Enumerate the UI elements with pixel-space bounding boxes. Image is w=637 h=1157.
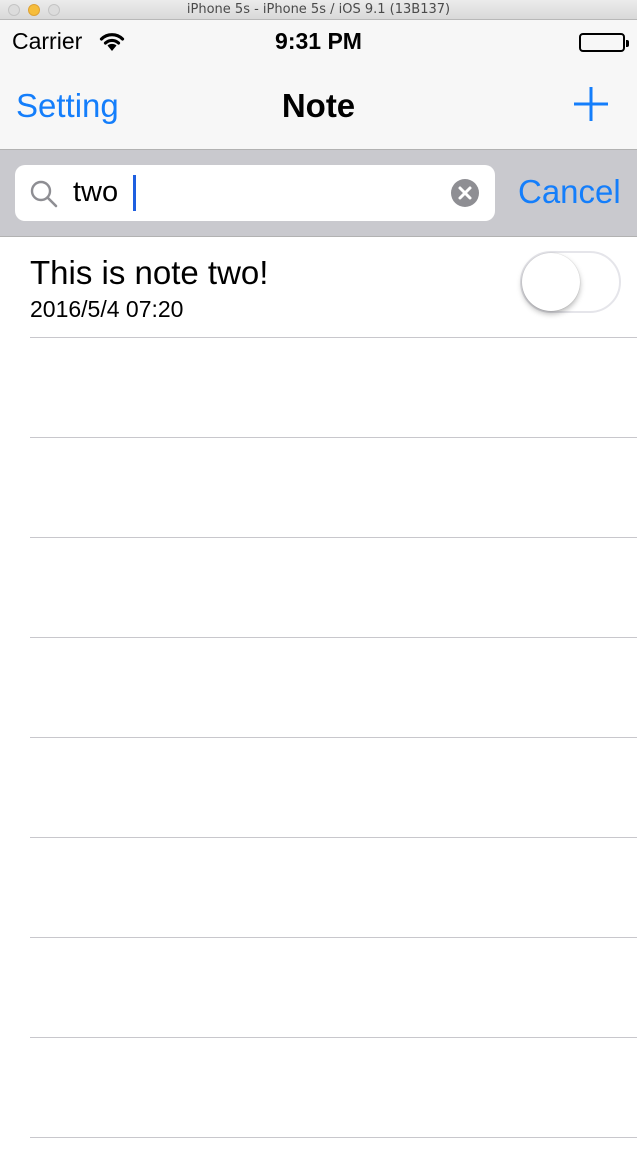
empty-table-row <box>0 638 637 738</box>
add-note-button[interactable] <box>571 84 611 124</box>
empty-table-row <box>0 1038 637 1138</box>
status-time: 9:31 PM <box>275 28 362 54</box>
search-field[interactable] <box>15 165 495 221</box>
empty-table-row <box>0 538 637 638</box>
empty-table-row <box>0 838 637 938</box>
simulator-title-bar: iPhone 5s - iPhone 5s / iOS 9.1 (13B137) <box>0 0 637 20</box>
window-title: iPhone 5s - iPhone 5s / iOS 9.1 (13B137) <box>186 2 451 17</box>
clear-search-icon[interactable] <box>451 179 479 207</box>
navigation-bar: Setting Note <box>0 62 637 150</box>
table-row[interactable]: This is note two! 2016/5/4 07:20 <box>0 238 637 338</box>
battery-icon <box>579 33 629 52</box>
search-input[interactable] <box>73 176 443 209</box>
cancel-button[interactable]: Cancel <box>518 173 621 211</box>
notes-table: This is note two! 2016/5/4 07:20 <box>0 238 637 1138</box>
row-separator <box>30 1137 637 1138</box>
empty-table-row <box>0 438 637 538</box>
note-toggle-switch[interactable] <box>520 251 621 313</box>
page-title: Note <box>281 87 356 124</box>
toggle-knob <box>522 253 580 311</box>
search-icon <box>29 179 59 214</box>
note-date: 2016/5/4 07:20 <box>30 296 184 322</box>
empty-table-row <box>0 338 637 438</box>
plus-icon <box>574 87 608 121</box>
empty-table-row <box>0 738 637 838</box>
search-bar: Cancel <box>0 150 637 237</box>
status-bar: Carrier 9:31 PM <box>0 20 637 62</box>
note-title: This is note two! <box>30 254 269 291</box>
text-cursor <box>133 175 136 211</box>
empty-table-row <box>0 938 637 1038</box>
